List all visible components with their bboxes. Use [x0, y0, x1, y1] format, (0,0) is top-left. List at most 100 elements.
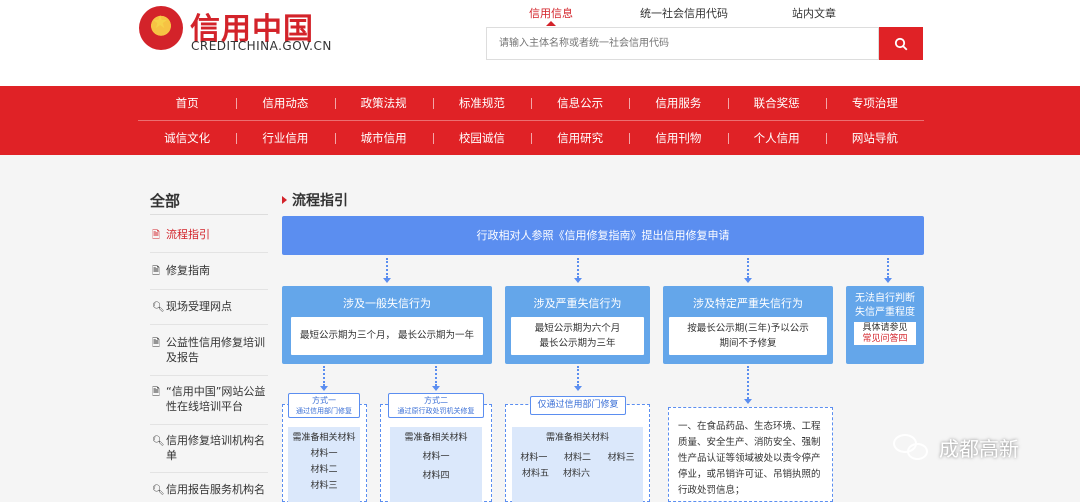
material-item: 材料一	[422, 452, 450, 462]
box-body-line: 按最长公示期(三年)予以公示	[687, 323, 809, 334]
credit-dept-only-label: 仅通过信用部门修复	[530, 396, 626, 415]
tab-credit-code[interactable]: 统一社会信用代码	[640, 5, 728, 21]
sidebar-item-label: 信用报告服务机构名	[166, 483, 265, 496]
box-heading: 涉及一般失信行为	[343, 297, 431, 310]
search-input[interactable]	[486, 27, 879, 60]
method-desc: 通过信用部门修复	[296, 407, 352, 415]
sidebar-item-online-platform[interactable]: 🗎 “信用中国”网站公益性在线培训平台	[150, 384, 268, 425]
box-body-line: 具体请参见	[862, 323, 908, 333]
material-item: 材料二	[563, 453, 591, 463]
nav-item-publicity[interactable]: 信息公示	[531, 86, 629, 120]
nav-row-1: 首页 信用动态 政策法规 标准规范 信息公示 信用服务 联合奖惩 专项治理	[138, 86, 924, 120]
nav-item-policy[interactable]: 政策法规	[334, 86, 433, 120]
wechat-icon	[893, 432, 931, 462]
sidebar-divider	[150, 214, 268, 215]
box-body: 最短公示期为六个月 最长公示期为三年	[511, 317, 644, 355]
tab-site-articles[interactable]: 站内文章	[792, 5, 836, 21]
materials-list-3: 需准备相关材料 材料一 材料二 材料三 材料五 材料六	[512, 427, 643, 502]
sidebar-item-label: 流程指引	[166, 228, 210, 241]
watermark-text: 成都高新	[939, 436, 1019, 461]
sidebar-title: 全部	[150, 192, 181, 210]
nav-item-standards[interactable]: 标准规范	[432, 86, 531, 120]
search-icon: 🔍︎	[152, 436, 165, 447]
site-header: 信用中国 CREDITCHINA.GOV.CN 信用信息 统一社会信用代码 站内…	[0, 0, 1080, 86]
tab-active-caret	[546, 21, 556, 26]
wechat-watermark: 成都高新	[893, 432, 1019, 462]
sidebar-item-public-training[interactable]: 🗎 公益性信用修复培训及报告	[150, 335, 268, 376]
flow-arrow	[744, 366, 752, 404]
sidebar-item-training-orgs[interactable]: 🔍︎ 信用修复培训机构名单	[150, 433, 268, 473]
flow-arrow	[884, 258, 892, 284]
method-name: 方式二	[424, 396, 448, 405]
material-item: 材料二	[310, 465, 338, 475]
materials-row: 材料一 材料二 材料三	[512, 450, 643, 466]
nav-item-home[interactable]: 首页	[138, 86, 236, 120]
sidebar-item-report-orgs[interactable]: 🔍︎ 信用报告服务机构名	[150, 482, 268, 502]
method-desc: 通过原行政处罚机关修复	[397, 407, 475, 415]
material-item: 材料三	[607, 453, 635, 463]
sidebar-item-process-guide[interactable]: 🗎 流程指引	[150, 227, 268, 253]
nav-item-city[interactable]: 城市信用	[334, 121, 433, 155]
flow-arrow	[383, 258, 391, 284]
logo-url: CREDITCHINA.GOV.CN	[191, 39, 332, 53]
nav-item-services[interactable]: 信用服务	[629, 86, 727, 120]
specific-cases-list: 一、在食品药品、生态环境、工程质量、安全生产、消防安全、强制性产品认证等领域被处…	[668, 407, 833, 502]
sidebar-item-service-points[interactable]: 🔍︎ 现场受理网点	[150, 299, 268, 325]
search-icon	[894, 37, 908, 51]
document-icon: 🗎	[152, 338, 161, 349]
nav-row-2: 诚信文化 行业信用 城市信用 校园诚信 信用研究 信用刊物 个人信用 网站导航	[138, 121, 924, 155]
flow-arrow	[574, 366, 582, 392]
sidebar-item-label: 公益性信用修复培训及报告	[166, 336, 265, 364]
document-icon: 🗎	[152, 266, 161, 277]
flow-arrow	[320, 366, 328, 392]
materials-list-1: 需准备相关材料 材料一 材料二 材料三	[288, 427, 360, 502]
box-body: 具体请参见 常见问答四	[854, 322, 916, 345]
serious-dishonesty-box: 涉及严重失信行为 最短公示期为六个月 最长公示期为三年	[505, 286, 650, 364]
nav-item-special[interactable]: 专项治理	[825, 86, 924, 120]
material-item: 材料六	[563, 469, 591, 479]
document-icon: 🗎	[152, 387, 161, 398]
flow-arrow	[432, 366, 440, 392]
nav-item-culture[interactable]: 诚信文化	[138, 121, 236, 155]
box-heading: 涉及严重失信行为	[533, 297, 622, 310]
search-button[interactable]	[879, 27, 923, 60]
flow-banner: 行政相对人参照《信用修复指南》提出信用修复申请	[282, 216, 924, 255]
materials-list-2: 需准备相关材料 材料一 材料四	[390, 427, 482, 502]
material-item: 材料三	[310, 481, 338, 491]
tab-credit-info[interactable]: 信用信息	[529, 5, 573, 21]
material-item: 材料四	[422, 471, 450, 481]
national-emblem-icon[interactable]	[139, 6, 183, 50]
faq-link[interactable]: 常见问答四	[854, 334, 916, 345]
method-one-label: 方式一 通过信用部门修复	[288, 393, 360, 418]
materials-row: 材料五 材料六	[512, 466, 643, 482]
materials-heading: 需准备相关材料	[404, 433, 468, 443]
unable-to-judge-box: 无法自行判断 失信严重程度 具体请参见 常见问答四	[846, 286, 924, 364]
sidebar-item-label: 现场受理网点	[166, 300, 232, 313]
main-nav: 首页 信用动态 政策法规 标准规范 信息公示 信用服务 联合奖惩 专项治理 诚信…	[0, 86, 1080, 155]
box-heading-line: 无法自行判断	[855, 293, 915, 304]
nav-item-sitemap[interactable]: 网站导航	[825, 121, 924, 155]
search-icon: 🔍︎	[152, 485, 165, 496]
method-name: 方式一	[312, 396, 336, 405]
sidebar-item-label: “信用中国”网站公益性在线培训平台	[166, 385, 266, 413]
method-two-label: 方式二 通过原行政处罚机关修复	[388, 393, 484, 418]
title-marker	[282, 196, 287, 204]
box-body: 按最长公示期(三年)予以公示 期间不予修复	[669, 317, 827, 355]
box-body: 最短公示期为三个月， 最长公示期为一年	[291, 317, 483, 355]
box-body-line: 期间不予修复	[719, 338, 777, 349]
nav-item-rewards[interactable]: 联合奖惩	[727, 86, 826, 120]
sidebar-item-repair-guide[interactable]: 🗎 修复指南	[150, 263, 268, 290]
general-dishonesty-box: 涉及一般失信行为 最短公示期为三个月， 最长公示期为一年	[282, 286, 492, 364]
sidebar-item-label: 修复指南	[166, 264, 210, 277]
material-item: 材料一	[310, 449, 338, 459]
nav-item-industry[interactable]: 行业信用	[236, 121, 334, 155]
nav-item-campus[interactable]: 校园诚信	[432, 121, 531, 155]
flow-arrow	[574, 258, 582, 284]
nav-item-research[interactable]: 信用研究	[531, 121, 629, 155]
nav-item-credit-news[interactable]: 信用动态	[236, 86, 334, 120]
flow-arrow	[744, 258, 752, 284]
nav-item-publications[interactable]: 信用刊物	[629, 121, 727, 155]
nav-item-personal[interactable]: 个人信用	[727, 121, 826, 155]
box-body-line: 最短公示期为六个月	[534, 323, 621, 334]
materials-heading: 需准备相关材料	[545, 433, 609, 443]
